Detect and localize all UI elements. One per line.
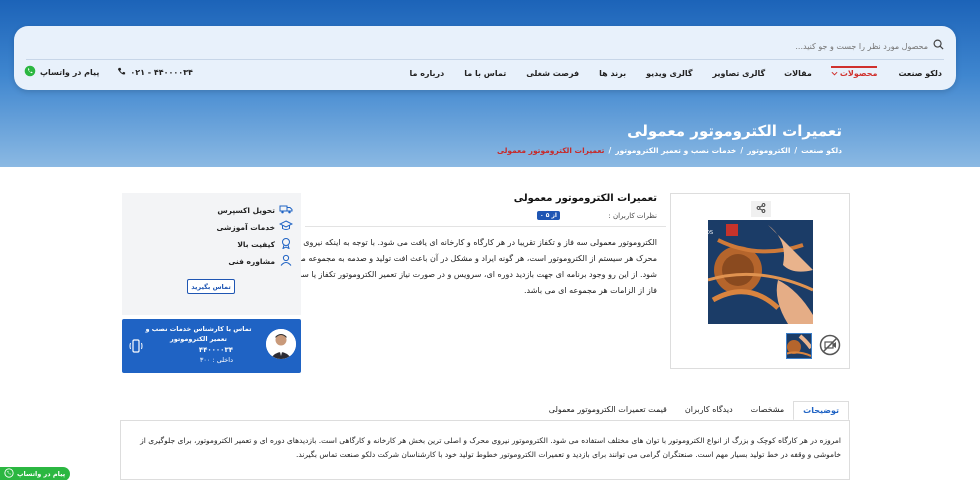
product-description: الکتروموتور معمولی سه فاز و تکفاز تقریبا… [294,238,657,295]
sidebar: تحویل اکسپرس خدمات آموزشی کیفیت بالا مشا… [122,193,301,373]
tab-reviews[interactable]: دیدگاه کاربران [676,401,742,421]
gallery-no-video-thumbnail[interactable] [817,333,843,359]
whatsapp-link[interactable]: پیام در واتساپ [24,65,99,79]
phone-vibrate-icon [128,338,144,357]
expert-extension: داخلی : ۳۰۰ [199,356,233,364]
search-underline [26,59,944,60]
chevron-down-icon [831,69,838,78]
feature-express-delivery: تحویل اکسپرس [217,203,293,217]
feature-consultation: مشاوره فنی [228,254,293,268]
education-icon [278,220,294,234]
product-image[interactable]: DS [708,220,813,324]
breadcrumb: دلکو صنعت / الکتروموتور / خدمات نصب و تع… [497,146,842,155]
tab-panel-text: امروزه در هر کارگاه کوچک و بزرگ از انواع… [140,436,841,459]
breadcrumb-separator: / [608,146,612,155]
expert-avatar [266,329,296,359]
search-icon[interactable] [933,39,944,53]
truck-icon [279,203,293,217]
whatsapp-icon [24,65,36,79]
call-us-button[interactable]: تماس بگیرید [187,279,235,294]
feature-education: خدمات آموزشی [216,220,294,234]
phone-icon [117,67,126,78]
tab-specifications[interactable]: مشخصات [742,401,794,421]
nav-item-brands[interactable]: برند ها [599,69,626,78]
breadcrumb-item-current: تعمیرات الکتروموتور معمولی [497,146,605,155]
whatsapp-floating-button[interactable]: پیام در واتساپ [0,467,70,480]
share-button[interactable] [751,201,771,217]
breadcrumb-item-home[interactable]: دلکو صنعت [801,146,842,155]
divider [305,226,666,227]
nav-item-products[interactable]: محصولات [830,65,878,78]
quality-badge-icon [279,237,293,251]
search-input[interactable] [783,41,928,51]
site-header: دلکو صنعت محصولات مقالات گالری تصاویر گا… [14,26,956,90]
nav-item-image-gallery[interactable]: گالری تصاویر [713,69,766,78]
nav-item-about[interactable]: درباره ما [409,69,444,78]
nav-item-careers[interactable]: فرصت شغلی [526,69,579,78]
phone-number: ۰۲۱ - ۴۴۰۰۰۰۳۴ [130,67,193,77]
nav-item-contact[interactable]: تماس با ما [464,69,506,78]
whatsapp-label: پیام در واتساپ [40,67,100,77]
rating-label: نظرات کاربران : [608,212,657,220]
gallery-thumbnail[interactable] [786,333,812,359]
breadcrumb-item-electromotor[interactable]: الکتروموتور [747,146,790,155]
feature-label: کیفیت بالا [237,239,275,249]
breadcrumb-item-services[interactable]: خدمات نصب و تعمیر الکتروموتور [615,146,736,155]
nav-item-video-gallery[interactable]: گالری ویدیو [646,69,692,78]
features-box: تحویل اکسپرس خدمات آموزشی کیفیت بالا مشا… [122,193,301,315]
feature-high-quality: کیفیت بالا [237,237,293,251]
feature-label: تحویل اکسپرس [217,205,275,215]
search-bar[interactable] [774,38,944,54]
expert-title: تماس با کارشناس خدمات نصب و تعمیر الکترو… [145,325,252,343]
phone-link[interactable]: ۰۲۱ - ۴۴۰۰۰۰۳۴ [117,67,193,78]
no-video-icon [819,334,841,359]
breadcrumb-separator: / [740,146,744,155]
breadcrumb-separator: / [794,146,798,155]
svg-text:DS: DS [708,230,713,236]
whatsapp-floating-label: پیام در واتساپ [17,470,66,478]
expert-phone: ۴۴۰۰۰۰۳۴ [198,346,233,354]
whatsapp-icon [4,468,14,480]
tab-price[interactable]: قیمت تعمیرات الکتروموتور معمولی [540,401,676,421]
expert-contact-card[interactable]: تماس با کارشناس خدمات نصب و تعمیر الکترو… [122,319,301,373]
feature-label: مشاوره فنی [228,256,275,266]
tab-description[interactable]: توضیحات [793,401,849,421]
nav-item-articles[interactable]: مقالات [784,69,812,78]
rating-badge: ۰ از ۵ [536,211,560,220]
tab-panel: امروزه در هر کارگاه کوچک و بزرگ از انواع… [120,421,850,480]
share-icon [756,202,766,216]
nav-item-home[interactable]: دلکو صنعت [898,69,942,78]
product-tabs: توضیحات مشخصات دیدگاه کاربران قیمت تعمیر… [549,401,849,421]
feature-label: خدمات آموزشی [216,222,275,232]
page-title: تعمیرات الکتروموتور معمولی [627,122,842,140]
header-contact: پیام در واتساپ ۰۲۱ - ۴۴۰۰۰۰۳۴ [24,65,193,79]
product-title: تعمیرات الکتروموتور معمولی [513,193,657,204]
hero-banner: دلکو صنعت محصولات مقالات گالری تصاویر گا… [0,0,980,167]
consultant-icon [279,254,293,268]
main-nav: دلکو صنعت محصولات مقالات گالری تصاویر گا… [409,65,942,80]
product-gallery: DS [670,193,850,369]
